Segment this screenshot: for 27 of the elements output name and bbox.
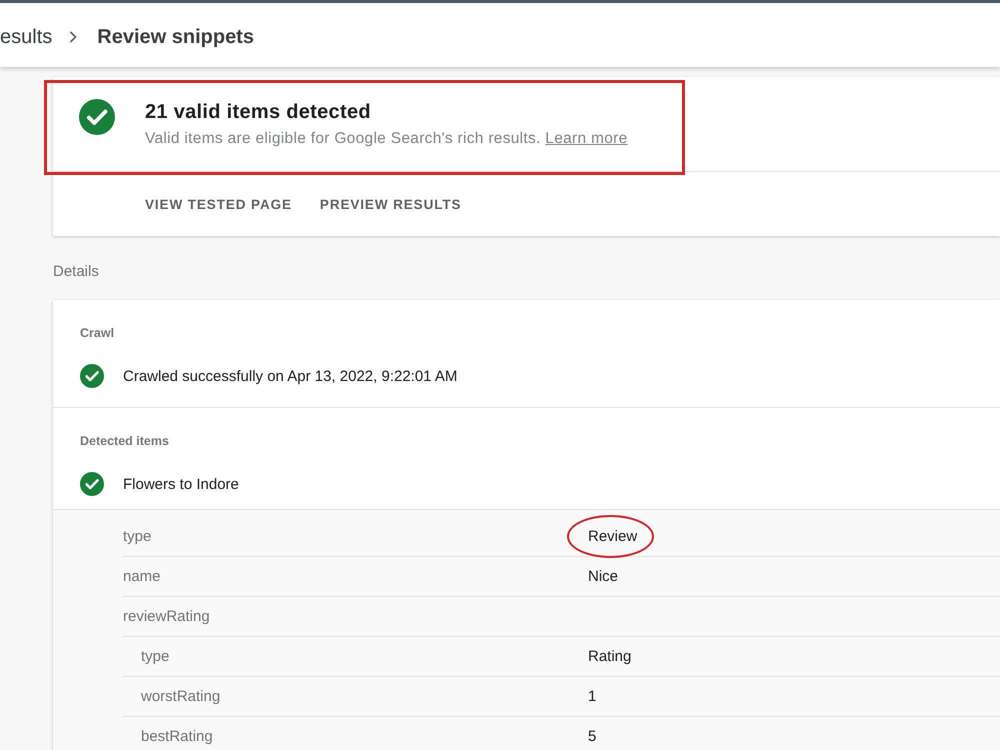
property-name: reviewRating xyxy=(123,608,210,625)
property-name: worstRating xyxy=(141,688,220,705)
check-circle-icon xyxy=(80,472,104,496)
property-name: name xyxy=(123,568,161,585)
property-value: Review xyxy=(588,528,638,544)
check-circle-icon xyxy=(79,99,115,135)
property-value: Rating xyxy=(588,648,632,664)
section-label: Crawl xyxy=(80,325,114,341)
property-name: type xyxy=(141,648,170,665)
details-heading: Details xyxy=(53,262,99,282)
property-value: 5 xyxy=(588,728,596,744)
chevron-right-icon xyxy=(69,30,78,42)
breadcrumb-link[interactable]: esults xyxy=(0,24,52,50)
summary-description: Valid items are eligible for Google Search's rich results. Learn more xyxy=(145,129,628,149)
entry-title: Crawled successfully on Apr 13, 2022, 9:22:01 AM xyxy=(123,368,458,384)
breadcrumb-current: Review snippets xyxy=(97,24,254,50)
view-tested-page-button[interactable]: VIEW TESTED PAGE xyxy=(137,190,300,218)
property-name: type xyxy=(123,528,152,545)
property-value: Nice xyxy=(588,568,618,584)
entry-title[interactable]: Flowers to Indore xyxy=(123,476,239,492)
preview-results-button[interactable]: PREVIEW RESULTS xyxy=(312,190,470,218)
section-label: Detected items xyxy=(80,433,169,449)
learn-more-link[interactable]: Learn more xyxy=(545,130,628,147)
summary-title: 21 valid items detected xyxy=(145,100,372,124)
property-value: 1 xyxy=(588,688,596,704)
check-circle-icon xyxy=(80,364,104,388)
property-name: bestRating xyxy=(141,728,213,745)
